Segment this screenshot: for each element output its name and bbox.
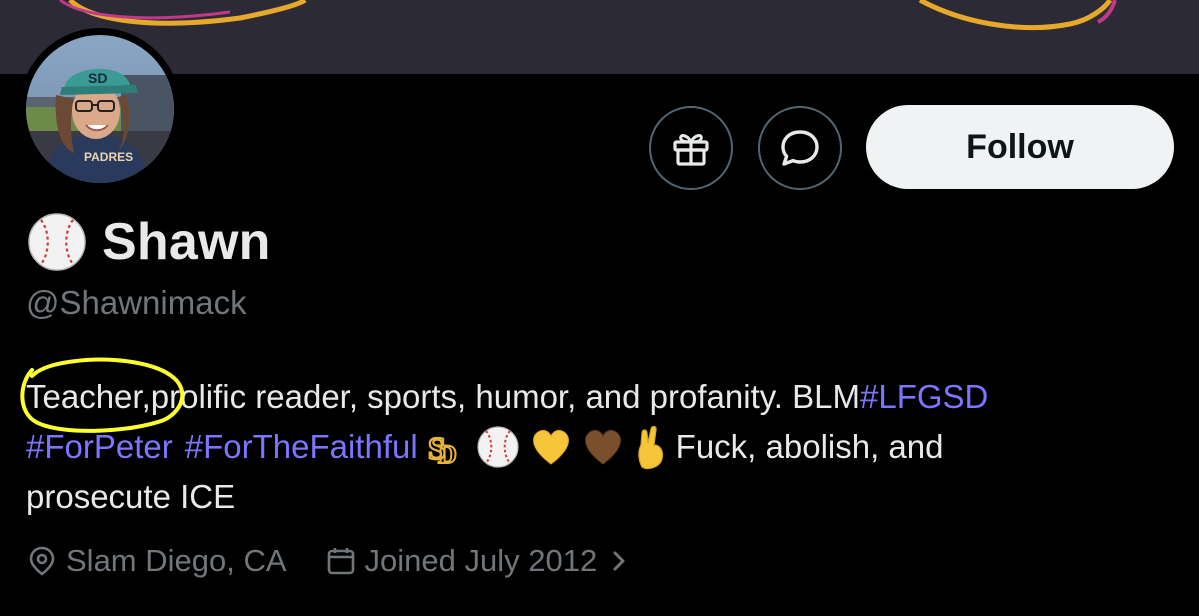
svg-text:PADRES: PADRES [84,150,133,164]
bio-line-2: #ForPeter #ForTheFaithful S D Fuck, aboli… [26,422,1186,472]
location-item: Slam Diego, CA [26,543,287,579]
bio-text-3: prosecute ICE [26,478,236,515]
user-handle: @Shawnimack [26,284,247,321]
padres-sd-logo-icon: S D [427,429,458,467]
gift-button[interactable] [649,106,733,190]
crossed-fingers-icon [637,425,663,470]
message-button[interactable] [758,106,842,190]
profile-banner[interactable] [0,0,1199,74]
hashtag-forpeter[interactable]: #ForPeter [26,422,173,472]
highlighted-word: Teacher, [20,357,185,433]
bio-text-2: Fuck, abolish, and [675,428,944,465]
calendar-icon [327,548,354,575]
baseball-icon [477,426,519,468]
bio-line-1: Teacher, prolific reader, sports, humor,… [20,357,1186,433]
hashtag-lfgsd[interactable]: #LFGSD [860,372,988,422]
svg-text:D: D [438,440,457,467]
yellow-heart-icon [532,429,569,465]
follow-button[interactable]: Follow [866,105,1174,189]
profile-page: PADRES SD Follow Shawn @Shawnimack Teach… [0,0,1199,616]
display-name: Shawn [102,213,271,271]
bio-text-1: prolific reader, sports, humor, and prof… [150,378,860,415]
avatar[interactable]: PADRES SD [26,35,174,183]
display-name-row: Shawn [26,212,271,272]
gift-icon [673,134,709,166]
profile-meta: Slam Diego, CA Joined July 2012 [26,536,677,586]
message-bubble-icon [781,130,819,166]
brown-heart-icon [584,429,621,465]
chevron-right-icon [613,551,625,571]
joined-text: Joined July 2012 [364,543,598,578]
joined-date-item[interactable]: Joined July 2012 [325,543,640,579]
baseball-icon [28,213,86,271]
avatar-border: PADRES SD [19,28,181,190]
location-pin-icon [29,546,55,576]
location-text: Slam Diego, CA [66,543,287,578]
hashtag-forthefaithful[interactable]: #ForTheFaithful [185,422,418,472]
svg-text:SD: SD [88,70,107,86]
bio-line-3: prosecute ICE [26,472,1186,522]
profile-bio: Teacher, prolific reader, sports, humor,… [20,357,1186,522]
